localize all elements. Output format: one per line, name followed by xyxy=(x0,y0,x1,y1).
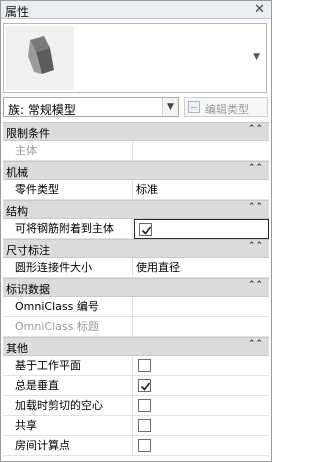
property-name: 可将钢筋附着到主体 xyxy=(3,219,133,239)
section-header[interactable]: 限制条件 ⌃⌃ xyxy=(3,122,269,141)
section-header[interactable]: 结构 ⌃⌃ xyxy=(3,200,269,219)
section-title: 尺寸标注 xyxy=(6,244,50,257)
collapse-icon[interactable]: ⌃⌃ xyxy=(248,202,263,212)
property-checkbox-cell[interactable] xyxy=(134,396,269,416)
section-header[interactable]: 其他 ⌃⌃ xyxy=(3,337,269,356)
property-value[interactable] xyxy=(134,317,269,337)
section-header[interactable]: 标识数据 ⌃⌃ xyxy=(3,278,269,297)
collapse-icon[interactable]: ⌃⌃ xyxy=(248,124,263,134)
checkbox-unchecked[interactable] xyxy=(138,439,151,452)
type-preview[interactable]: ▼ xyxy=(3,23,267,93)
section-title: 标识数据 xyxy=(6,283,50,296)
checkbox-checked[interactable] xyxy=(138,379,151,392)
title-bar[interactable]: 属性 ✕ xyxy=(1,1,271,19)
property-row: 主体 xyxy=(3,141,269,161)
property-name: 圆形连接件大小 xyxy=(3,258,133,278)
collapse-icon[interactable]: ⌃⌃ xyxy=(248,280,263,290)
section-title: 机械 xyxy=(6,166,28,179)
property-checkbox-cell[interactable] xyxy=(134,376,269,396)
property-value[interactable]: 使用直径 xyxy=(134,258,269,278)
property-name: 主体 xyxy=(3,141,133,161)
property-checkbox-cell[interactable] xyxy=(134,356,269,376)
property-name: OmniClass 编号 xyxy=(3,297,133,317)
property-value[interactable] xyxy=(134,297,269,317)
section-title: 结构 xyxy=(6,205,28,218)
property-row: 可将钢筋附着到主体 xyxy=(3,219,269,239)
edit-type-label: 编辑类型 xyxy=(205,103,249,116)
property-checkbox-cell[interactable] xyxy=(134,219,269,239)
property-grid: 限制条件 ⌃⌃ 主体机械 ⌃⌃ 零件类型 标准结构 ⌃⌃ 可将钢筋附着到主体尺寸标注 ⌃⌃ 圆形连… xyxy=(3,122,269,456)
property-name: 房间计算点 xyxy=(3,436,133,456)
property-name: OmniClass 标题 xyxy=(3,317,133,337)
checkbox-unchecked[interactable] xyxy=(138,419,151,432)
property-name: 总是垂直 xyxy=(3,376,133,396)
property-row: OmniClass 标题 xyxy=(3,317,269,337)
collapse-icon[interactable]: ⌃⌃ xyxy=(248,339,263,349)
property-row: 零件类型 标准 xyxy=(3,180,269,200)
section-title: 其他 xyxy=(6,342,28,355)
property-row: 加载时剪切的空心 xyxy=(3,396,269,416)
property-row: 总是垂直 xyxy=(3,376,269,396)
section-header[interactable]: 尺寸标注 ⌃⌃ xyxy=(3,239,269,258)
property-name: 基于工作平面 xyxy=(3,356,133,376)
collapse-icon[interactable]: ⌃⌃ xyxy=(248,241,263,251)
edit-type-button[interactable]: 编辑类型 xyxy=(184,97,268,117)
property-name: 加载时剪切的空心 xyxy=(3,396,133,416)
checkbox-unchecked[interactable] xyxy=(138,359,151,372)
checkbox-checked[interactable] xyxy=(139,223,152,236)
type-selector[interactable]: 族: 常规模型 ▼ xyxy=(3,97,179,117)
property-value[interactable]: 标准 xyxy=(134,180,269,200)
property-checkbox-cell[interactable] xyxy=(134,436,269,456)
preview-dropdown-icon[interactable]: ▼ xyxy=(253,52,260,62)
property-row: 圆形连接件大小 使用直径 xyxy=(3,258,269,278)
properties-palette: 属性 ✕ ▼ 族: 常规模型 ▼ 编辑类型 限制条件 ⌃⌃ 主体机械 ⌃⌃ 零件类型 标准… xyxy=(0,0,272,462)
checkbox-unchecked[interactable] xyxy=(138,399,151,412)
type-selector-label: 族: 常规模型 xyxy=(8,103,76,117)
panel-title: 属性 xyxy=(5,5,30,19)
property-checkbox-cell[interactable] xyxy=(134,416,269,436)
property-name: 零件类型 xyxy=(3,180,133,200)
property-value[interactable] xyxy=(134,141,269,161)
section-header[interactable]: 机械 ⌃⌃ xyxy=(3,161,269,180)
property-row: 房间计算点 xyxy=(3,436,269,456)
chevron-down-icon[interactable]: ▼ xyxy=(162,98,178,116)
property-row: 基于工作平面 xyxy=(3,356,269,376)
collapse-icon[interactable]: ⌃⌃ xyxy=(248,163,263,173)
property-name: 共享 xyxy=(3,416,133,436)
property-row: 共享 xyxy=(3,416,269,436)
family-3d-thumbnail-icon xyxy=(6,26,74,90)
property-row: OmniClass 编号 xyxy=(3,297,269,317)
close-icon[interactable]: ✕ xyxy=(254,2,265,17)
edit-type-icon xyxy=(188,101,200,113)
section-title: 限制条件 xyxy=(6,127,50,140)
